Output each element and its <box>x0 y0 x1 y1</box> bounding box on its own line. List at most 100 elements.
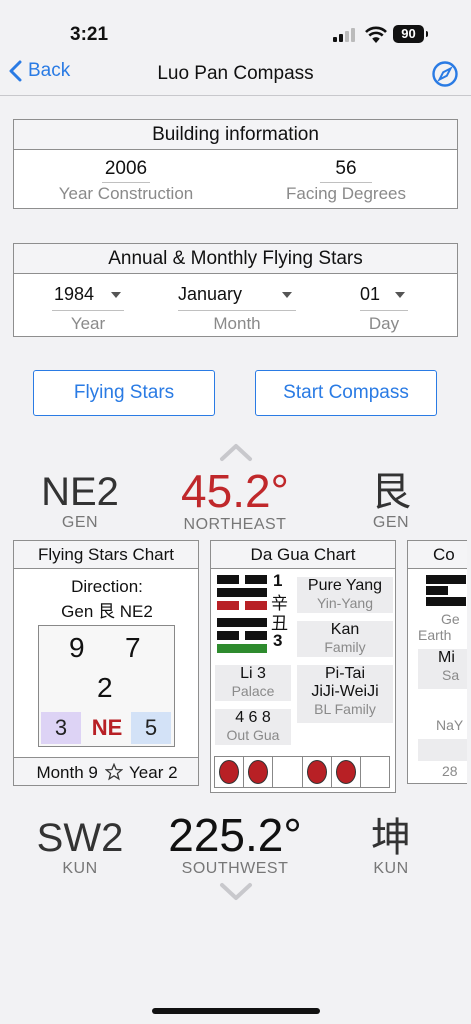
start-compass-button[interactable]: Start Compass <box>255 370 437 416</box>
star-top-left: 9 <box>69 632 85 663</box>
day-select-value[interactable]: 01 <box>360 284 380 304</box>
li-tag: Li 3 Palace <box>215 665 291 701</box>
chevron-down-icon <box>220 883 252 900</box>
month-select-value[interactable]: January <box>178 284 242 304</box>
bottom-mountain-sub: KUN <box>62 860 98 877</box>
flying-stars-chart-title: Flying Stars Chart <box>14 541 198 569</box>
pitai-tag: Pi-Tai JiJi-WeiJi BL Family <box>297 665 393 723</box>
circle-slot <box>361 757 389 787</box>
third-sa: Sa <box>442 667 460 683</box>
bottom-trigram-char: 坤 <box>371 815 411 861</box>
top-trigram-sub: GEN <box>372 514 410 531</box>
building-info-title: Building information <box>14 120 457 150</box>
da-gua-chart-card[interactable]: Da Gua Chart 1 辛 丑 3 Pure Yang Yin-Yang … <box>210 540 396 793</box>
top-mountain-sub: GEN <box>61 514 99 531</box>
year-construction-field[interactable]: 2006 <box>102 158 150 183</box>
home-indicator[interactable] <box>152 1008 320 1014</box>
wifi-icon <box>365 26 387 43</box>
divider <box>360 310 408 311</box>
trigram-icon <box>426 575 466 606</box>
top-degree-reading: 45.2° NORTHEAST <box>160 466 310 534</box>
circle-slot <box>273 757 303 787</box>
bottom-left-reading: SW2 KUN <box>26 816 134 878</box>
star-center: 2 <box>97 672 113 703</box>
chevron-up-icon <box>220 444 252 461</box>
gua-number-1: 1 <box>273 571 283 590</box>
third-blank-tag <box>418 739 467 761</box>
red-circle-icon <box>335 760 356 784</box>
circle-slot <box>332 757 361 787</box>
circle-slot <box>244 757 274 787</box>
star-top-right: 7 <box>125 632 141 663</box>
third-mi-tag: Mi Sa <box>418 649 467 689</box>
top-left-reading: NE2 GEN <box>26 470 134 532</box>
bottom-right-reading: 坤 KUN <box>356 816 426 878</box>
yin-yang-text: Yin-Yang <box>316 595 374 611</box>
bl-family-text: BL Family <box>314 701 376 717</box>
flying-stars-chart-card[interactable]: Flying Stars Chart Direction: Gen 艮 NE2 … <box>13 540 199 786</box>
status-time: 3:21 <box>70 24 109 45</box>
top-mountain-code: NE2 <box>41 470 119 514</box>
dropdown-arrow-icon <box>395 292 405 298</box>
divider <box>52 310 124 311</box>
third-ge: Ge <box>441 611 460 627</box>
direction-value: Gen 艮 NE2 <box>61 602 153 621</box>
out-gua-text: Out Gua <box>226 727 280 743</box>
facing-degrees-value[interactable]: 56 <box>320 158 372 183</box>
facing-degrees-label-wrap: Facing Degrees <box>270 184 422 204</box>
top-trigram-char: 艮 <box>371 469 411 515</box>
gua-number-3: 3 <box>273 631 283 650</box>
divider <box>178 310 296 311</box>
third-chart-card[interactable]: Co Ge Earth Mi Sa NaY 28 <box>407 540 467 784</box>
year-construction-label: Year Construction <box>58 184 194 203</box>
cellular-signal-icon <box>333 26 359 42</box>
top-right-reading: 艮 GEN <box>356 470 426 532</box>
third-number: 28 <box>442 763 458 779</box>
star-bottom-left: 3 <box>41 712 81 744</box>
red-circle-icon <box>219 760 240 784</box>
top-degrees: 45.2° <box>181 465 289 517</box>
third-nay: NaY <box>436 717 464 733</box>
circle-slot <box>215 757 245 787</box>
family-text: Family <box>324 639 366 655</box>
day-select[interactable]: 01 <box>360 284 410 305</box>
month-select[interactable]: January <box>178 284 296 305</box>
flying-stars-button[interactable]: Flying Stars <box>33 370 215 416</box>
year-star: Year 2 <box>129 763 178 782</box>
year-select[interactable]: 1984 <box>54 284 124 305</box>
year-construction-value[interactable]: 2006 <box>102 158 150 183</box>
building-info-panel: Building information 2006 Year Construct… <box>13 119 458 209</box>
red-circle-icon <box>248 760 269 784</box>
annual-monthly-panel: Annual & Monthly Flying Stars 1984 Year … <box>13 243 458 337</box>
facing-degrees-field[interactable]: 56 <box>320 158 372 183</box>
month-star: Month 9 <box>36 763 98 782</box>
pure-yang-text: Pure Yang <box>307 577 383 594</box>
third-earth: Earth <box>418 627 452 643</box>
day-label: Day <box>368 314 400 333</box>
kan-tag: Kan Family <box>297 621 393 657</box>
year-construction-label-wrap: Year Construction <box>44 184 208 204</box>
star-icon <box>104 762 123 781</box>
third-mi: Mi <box>438 649 455 666</box>
year-select-value[interactable]: 1984 <box>54 284 94 304</box>
kan-text: Kan <box>330 621 360 638</box>
status-bar: 3:21 90 <box>0 0 471 56</box>
navigation-bar: Back Luo Pan Compass <box>0 56 471 96</box>
third-chart-title: Co <box>408 541 467 569</box>
battery-icon: 90 <box>393 25 428 43</box>
li-text: Li 3 <box>240 665 266 682</box>
out-gua-number: 4 6 8 <box>235 709 271 726</box>
gua-circles-row <box>214 756 390 788</box>
flying-stars-grid: 9 7 2 3 NE 5 <box>38 625 175 747</box>
facing-degrees-label: Facing Degrees <box>285 184 406 203</box>
dropdown-arrow-icon <box>111 292 121 298</box>
bottom-degrees: 225.2° <box>168 809 302 861</box>
pitai-text: Pi-Tai <box>324 665 365 682</box>
compass-icon[interactable] <box>431 60 459 88</box>
month-label: Month <box>213 314 261 333</box>
facing-marker: NE <box>91 715 123 740</box>
bottom-direction: SOUTHWEST <box>181 860 289 877</box>
year-label: Year <box>70 314 106 333</box>
flying-stars-footer: Month 9 Year 2 <box>14 757 198 785</box>
da-gua-chart-title: Da Gua Chart <box>211 541 395 569</box>
